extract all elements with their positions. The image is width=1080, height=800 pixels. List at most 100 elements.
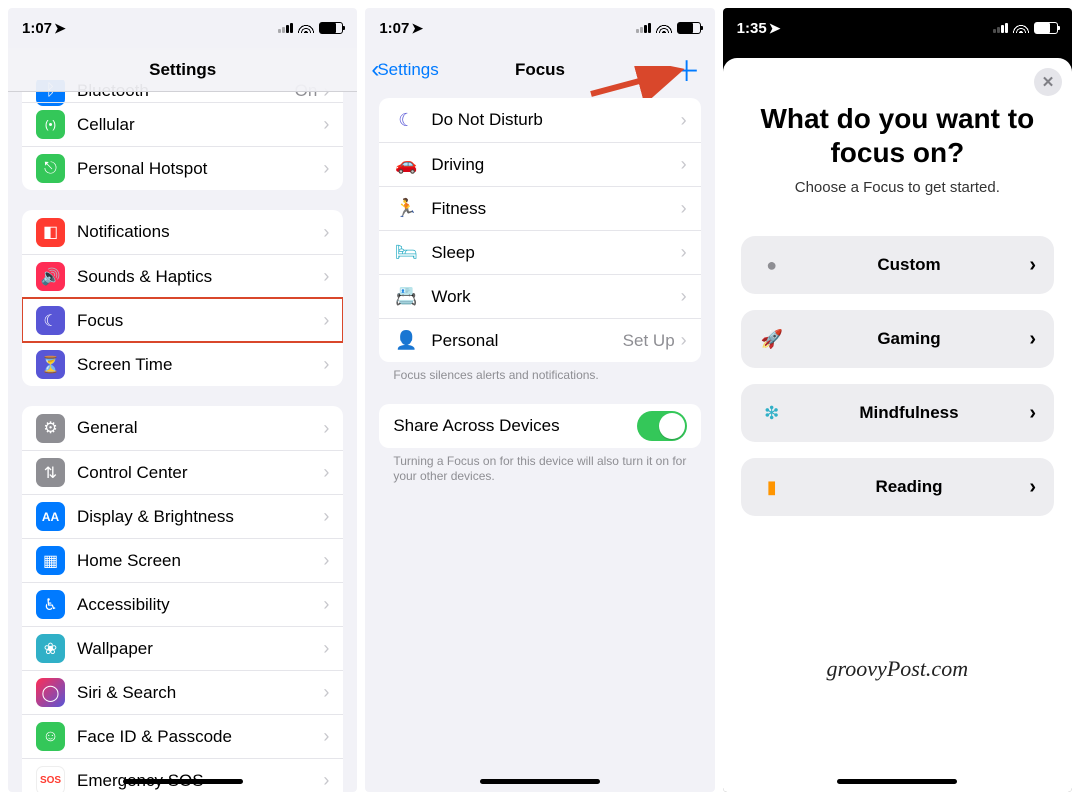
signal-icon — [993, 23, 1008, 33]
option-gaming[interactable]: 🚀 Gaming › — [741, 310, 1054, 368]
cellular-icon: (•) — [36, 110, 65, 139]
row-screentime[interactable]: ⏳ Screen Time › — [22, 342, 343, 386]
option-reading[interactable]: ▮ Reading › — [741, 458, 1054, 516]
row-cellular[interactable]: (•) Cellular › — [22, 102, 343, 146]
row-focus[interactable]: ☾ Focus › — [22, 298, 343, 342]
focus-footer-2: Turning a Focus on for this device will … — [393, 454, 686, 485]
chevron-right-icon: › — [323, 354, 329, 375]
row-label: General — [77, 418, 323, 438]
signal-icon — [278, 23, 293, 33]
settings-group-notifications: ◧ Notifications › 🔊 Sounds & Haptics › ☾… — [22, 210, 343, 386]
rocket-icon: 🚀 — [759, 329, 785, 350]
book-icon: ▮ — [759, 477, 785, 498]
chevron-right-icon: › — [323, 682, 329, 703]
chevron-right-icon: › — [323, 638, 329, 659]
chevron-right-icon: › — [323, 726, 329, 747]
sheet-subtitle: Choose a Focus to get started. — [741, 179, 1054, 196]
row-label: Cellular — [77, 115, 323, 135]
chevron-right-icon: › — [323, 158, 329, 179]
three-phone-stage: 1:07➤ Settings ᛒ Bluetooth On › (•) Ce — [0, 0, 1080, 800]
home-indicator[interactable] — [123, 779, 243, 784]
option-mindfulness[interactable]: ❇ Mindfulness › — [741, 384, 1054, 442]
row-fitness[interactable]: 🏃Fitness› — [379, 186, 700, 230]
row-work[interactable]: 📇Work› — [379, 274, 700, 318]
page-title: Settings — [149, 60, 216, 80]
text-size-icon: AA — [36, 502, 65, 531]
chevron-right-icon: › — [323, 594, 329, 615]
row-sounds[interactable]: 🔊 Sounds & Haptics › — [22, 254, 343, 298]
status-bar: 1:07➤ — [8, 8, 357, 48]
chevron-right-icon: › — [323, 550, 329, 571]
navbar-settings: Settings — [8, 48, 357, 92]
phone-new-focus: 1:35➤ ✕ What do you want to focus on? Ch… — [723, 8, 1072, 792]
row-label: Display & Brightness — [77, 507, 323, 527]
wifi-icon — [298, 20, 314, 37]
chevron-right-icon: › — [323, 418, 329, 439]
chevron-right-icon: › — [323, 770, 329, 791]
row-share-devices[interactable]: Share Across Devices — [379, 404, 700, 448]
add-focus-button[interactable]: ＋ — [673, 48, 701, 92]
battery-icon — [319, 22, 343, 34]
row-sleep[interactable]: 🛏Sleep› — [379, 230, 700, 274]
chevron-right-icon: › — [1029, 328, 1036, 351]
row-accessibility[interactable]: ♿︎ Accessibility› — [22, 582, 343, 626]
status-time: 1:07➤ — [22, 20, 66, 37]
row-label: Accessibility — [77, 595, 323, 615]
navbar-focus: ‹Settings Focus ＋ — [365, 48, 714, 92]
status-time: 1:07➤ — [379, 20, 423, 37]
row-label: Notifications — [77, 222, 323, 242]
toggles-icon: ⇅ — [36, 458, 65, 487]
phone-focus: 1:07➤ ‹Settings Focus ＋ ☾Do Not Disturb›… — [365, 8, 714, 792]
row-homescreen[interactable]: ▦Home Screen› — [22, 538, 343, 582]
row-label: Face ID & Passcode — [77, 727, 323, 747]
battery-icon — [1034, 22, 1058, 34]
focus-modes-group: ☾Do Not Disturb› 🚗Driving› 🏃Fitness› 🛏Sl… — [379, 98, 700, 362]
battery-icon — [677, 22, 701, 34]
home-indicator[interactable] — [837, 779, 957, 784]
settings-scroll[interactable]: ᛒ Bluetooth On › (•) Cellular › ⎋ Person… — [8, 80, 357, 792]
row-label: Siri & Search — [77, 683, 323, 703]
row-display[interactable]: AADisplay & Brightness› — [22, 494, 343, 538]
row-control-center[interactable]: ⇅Control Center› — [22, 450, 343, 494]
chevron-right-icon: › — [681, 110, 687, 131]
sheet-heading: What do you want to focus on? — [749, 102, 1046, 169]
share-group: Share Across Devices — [379, 404, 700, 448]
row-dnd[interactable]: ☾Do Not Disturb› — [379, 98, 700, 142]
status-right — [636, 20, 701, 37]
row-driving[interactable]: 🚗Driving› — [379, 142, 700, 186]
row-siri[interactable]: ◯ Siri & Search› — [22, 670, 343, 714]
close-button[interactable]: ✕ — [1034, 68, 1062, 96]
row-faceid[interactable]: ☺Face ID & Passcode› — [22, 714, 343, 758]
row-label: Do Not Disturb — [431, 110, 680, 130]
option-label: Gaming — [789, 329, 1030, 349]
plus-circle-icon: ● — [759, 255, 785, 276]
option-custom[interactable]: ● Custom › — [741, 236, 1054, 294]
focus-scroll[interactable]: ☾Do Not Disturb› 🚗Driving› 🏃Fitness› 🛏Sl… — [365, 92, 714, 792]
row-hotspot[interactable]: ⎋ Personal Hotspot › — [22, 146, 343, 190]
row-personal[interactable]: 👤PersonalSet Up› — [379, 318, 700, 362]
row-general[interactable]: ⚙General› — [22, 406, 343, 450]
row-notifications[interactable]: ◧ Notifications › — [22, 210, 343, 254]
page-title: Focus — [515, 60, 565, 80]
row-wallpaper[interactable]: ❀Wallpaper› — [22, 626, 343, 670]
signal-icon — [636, 23, 651, 33]
accessibility-icon: ♿︎ — [36, 590, 65, 619]
status-bar: 1:07➤ — [365, 8, 714, 48]
back-button[interactable]: ‹Settings — [371, 48, 438, 92]
chevron-right-icon: › — [1029, 476, 1036, 499]
row-label: Screen Time — [77, 355, 323, 375]
chevron-right-icon: › — [1029, 402, 1036, 425]
lotus-icon: ❇ — [759, 403, 785, 424]
home-indicator[interactable] — [480, 779, 600, 784]
row-label: Sleep — [431, 243, 680, 263]
row-label: Share Across Devices — [393, 416, 636, 436]
chevron-right-icon: › — [323, 310, 329, 331]
chevron-right-icon: › — [323, 114, 329, 135]
siri-icon: ◯ — [36, 678, 65, 707]
row-label: Personal Hotspot — [77, 159, 323, 179]
row-label: Personal — [431, 331, 622, 351]
row-sos[interactable]: SOSEmergency SOS› — [22, 758, 343, 792]
status-right — [278, 20, 343, 37]
share-toggle[interactable] — [637, 411, 687, 441]
chevron-right-icon: › — [681, 198, 687, 219]
